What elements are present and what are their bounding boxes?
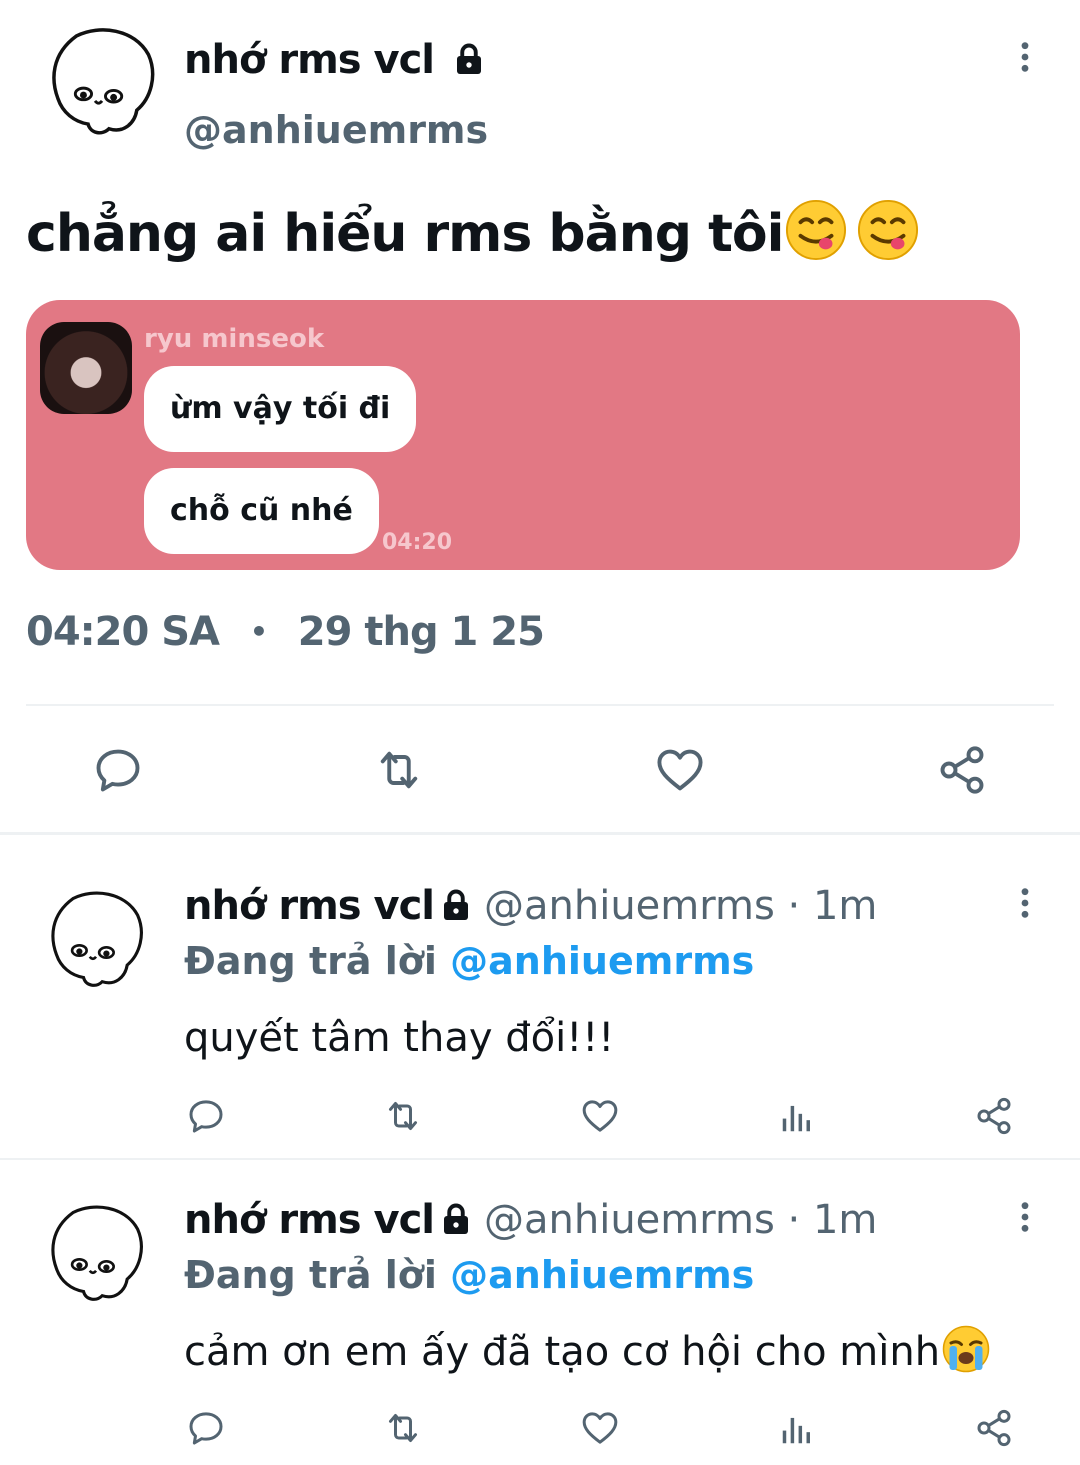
replying-to-link[interactable]: @anhiuemrms <box>450 1253 754 1297</box>
reply-header: nhớ rms vcl @anhiuemrms · 1m <box>184 1192 877 1248</box>
lock-icon <box>438 1201 474 1237</box>
lock-icon <box>438 887 474 923</box>
heart-icon[interactable] <box>580 1408 620 1448</box>
reply-icon[interactable] <box>92 744 144 796</box>
replying-to: Đang trả lời @anhiuemrms <box>184 1248 754 1302</box>
retweet-icon[interactable] <box>380 1096 426 1136</box>
display-name[interactable]: nhớ rms vcl <box>184 883 435 929</box>
views-icon[interactable] <box>778 1098 816 1136</box>
loudly-crying-face-emoji <box>942 1325 990 1373</box>
share-icon[interactable] <box>936 744 988 796</box>
display-name[interactable]: nhớ rms vcl <box>184 32 487 88</box>
reply-icon[interactable] <box>186 1408 226 1448</box>
handle[interactable]: @anhiuemrms <box>184 104 488 156</box>
reply-text: quyết tâm thay đổi!!! <box>184 1015 615 1061</box>
tweet-date: 29 thg 1 25 <box>297 609 545 655</box>
avatar[interactable] <box>44 1192 148 1312</box>
dot-separator: · <box>787 1197 801 1243</box>
chat-timestamp: 04:20 <box>382 530 453 555</box>
heart-icon[interactable] <box>654 744 706 796</box>
reply-icon[interactable] <box>186 1096 226 1136</box>
share-icon[interactable] <box>974 1408 1014 1448</box>
chat-sender-name: ryu minseok <box>144 324 325 354</box>
reply-tweet[interactable]: nhớ rms vcl @anhiuemrms · 1m Đang trả lời… <box>0 836 1080 1158</box>
dot-separator: · <box>787 883 801 929</box>
reply-header: nhớ rms vcl @anhiuemrms · 1m <box>184 878 877 934</box>
lock-icon <box>451 41 487 77</box>
avatar[interactable] <box>44 22 160 138</box>
reply-text: cảm ơn em ấy đã tạo cơ hội cho mình <box>184 1324 990 1380</box>
main-tweet: nhớ rms vcl @anhiuemrms chẳng ai hiểu rm… <box>0 0 1080 700</box>
tweet-text-body: chẳng ai hiểu rms bằng tôi <box>26 204 784 264</box>
avatar[interactable] <box>44 878 148 998</box>
tweet-time: 04:20 SA <box>26 609 220 655</box>
replying-to-link[interactable]: @anhiuemrms <box>450 939 754 983</box>
divider <box>26 704 1054 706</box>
replying-prefix: Đang trả lời <box>184 1253 437 1297</box>
chat-bubble-2: chỗ cũ nhé <box>144 468 379 554</box>
chat-bubble-1: ừm vậy tối đi <box>144 366 417 452</box>
retweet-icon[interactable] <box>380 1408 426 1448</box>
tweet-text: chẳng ai hiểu rms bằng tôi <box>26 198 919 270</box>
handle[interactable]: @anhiuemrms <box>484 1197 775 1243</box>
more-vertical-icon[interactable] <box>1008 886 1042 920</box>
retweet-icon[interactable] <box>370 744 428 796</box>
attached-chat-image[interactable]: ryu minseok ừm vậy tối đi chỗ cũ nhé 04:… <box>26 300 1020 570</box>
more-vertical-icon[interactable] <box>1008 1200 1042 1234</box>
face-savoring-food-emoji <box>785 199 847 261</box>
more-vertical-icon[interactable] <box>1008 40 1042 74</box>
reply-age: 1m <box>812 1197 878 1243</box>
views-icon[interactable] <box>778 1410 816 1448</box>
display-name-text: nhớ rms vcl <box>184 37 435 83</box>
reply-age: 1m <box>812 883 878 929</box>
timestamp-separator: • <box>249 615 268 648</box>
heart-icon[interactable] <box>580 1096 620 1136</box>
display-name[interactable]: nhớ rms vcl <box>184 1197 435 1243</box>
reply-tweet[interactable]: nhớ rms vcl @anhiuemrms · 1m Đang trả lời… <box>0 1150 1080 1465</box>
handle[interactable]: @anhiuemrms <box>484 883 775 929</box>
replying-prefix: Đang trả lời <box>184 939 437 983</box>
share-icon[interactable] <box>974 1096 1014 1136</box>
replying-to: Đang trả lời @anhiuemrms <box>184 934 754 988</box>
face-savoring-food-emoji <box>857 199 919 261</box>
divider <box>0 832 1080 835</box>
chat-sender-photo <box>40 322 132 414</box>
tweet-timestamp[interactable]: 04:20 SA • 29 thg 1 25 <box>26 604 545 660</box>
reply-text-body: cảm ơn em ấy đã tạo cơ hội cho mình <box>184 1329 941 1375</box>
